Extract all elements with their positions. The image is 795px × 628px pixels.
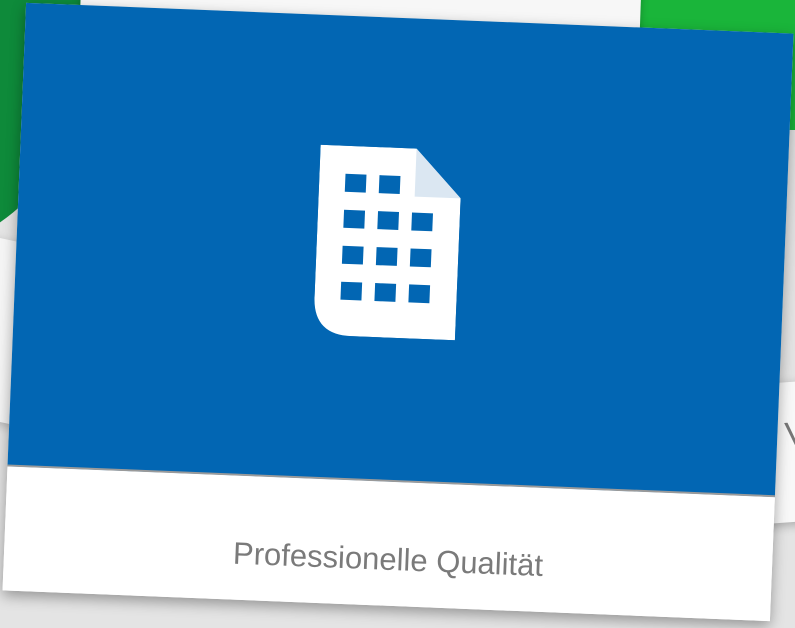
- grid-cell: [344, 173, 367, 193]
- grid-cell: [378, 175, 401, 194]
- grid-cell: [408, 284, 431, 304]
- document-fold: [414, 148, 461, 199]
- grid-cell: [340, 281, 363, 301]
- grid-cell: [343, 209, 366, 229]
- grid-cell: [375, 247, 398, 266]
- grid-cell: [411, 212, 433, 232]
- document-grid-icon: [314, 144, 461, 341]
- feature-caption: Professionelle Qualität: [232, 535, 544, 584]
- grid-cell: [377, 211, 400, 230]
- background-card-text: V: [783, 414, 795, 455]
- grid-cell: [409, 248, 432, 268]
- document-body: [314, 144, 461, 341]
- feature-card[interactable]: Professionelle Qualität: [2, 2, 794, 622]
- feature-card-image: [7, 2, 794, 498]
- grid-cell: [341, 245, 364, 265]
- grid-cell: [374, 283, 397, 302]
- scene: V Professionelle Qualität: [0, 0, 795, 628]
